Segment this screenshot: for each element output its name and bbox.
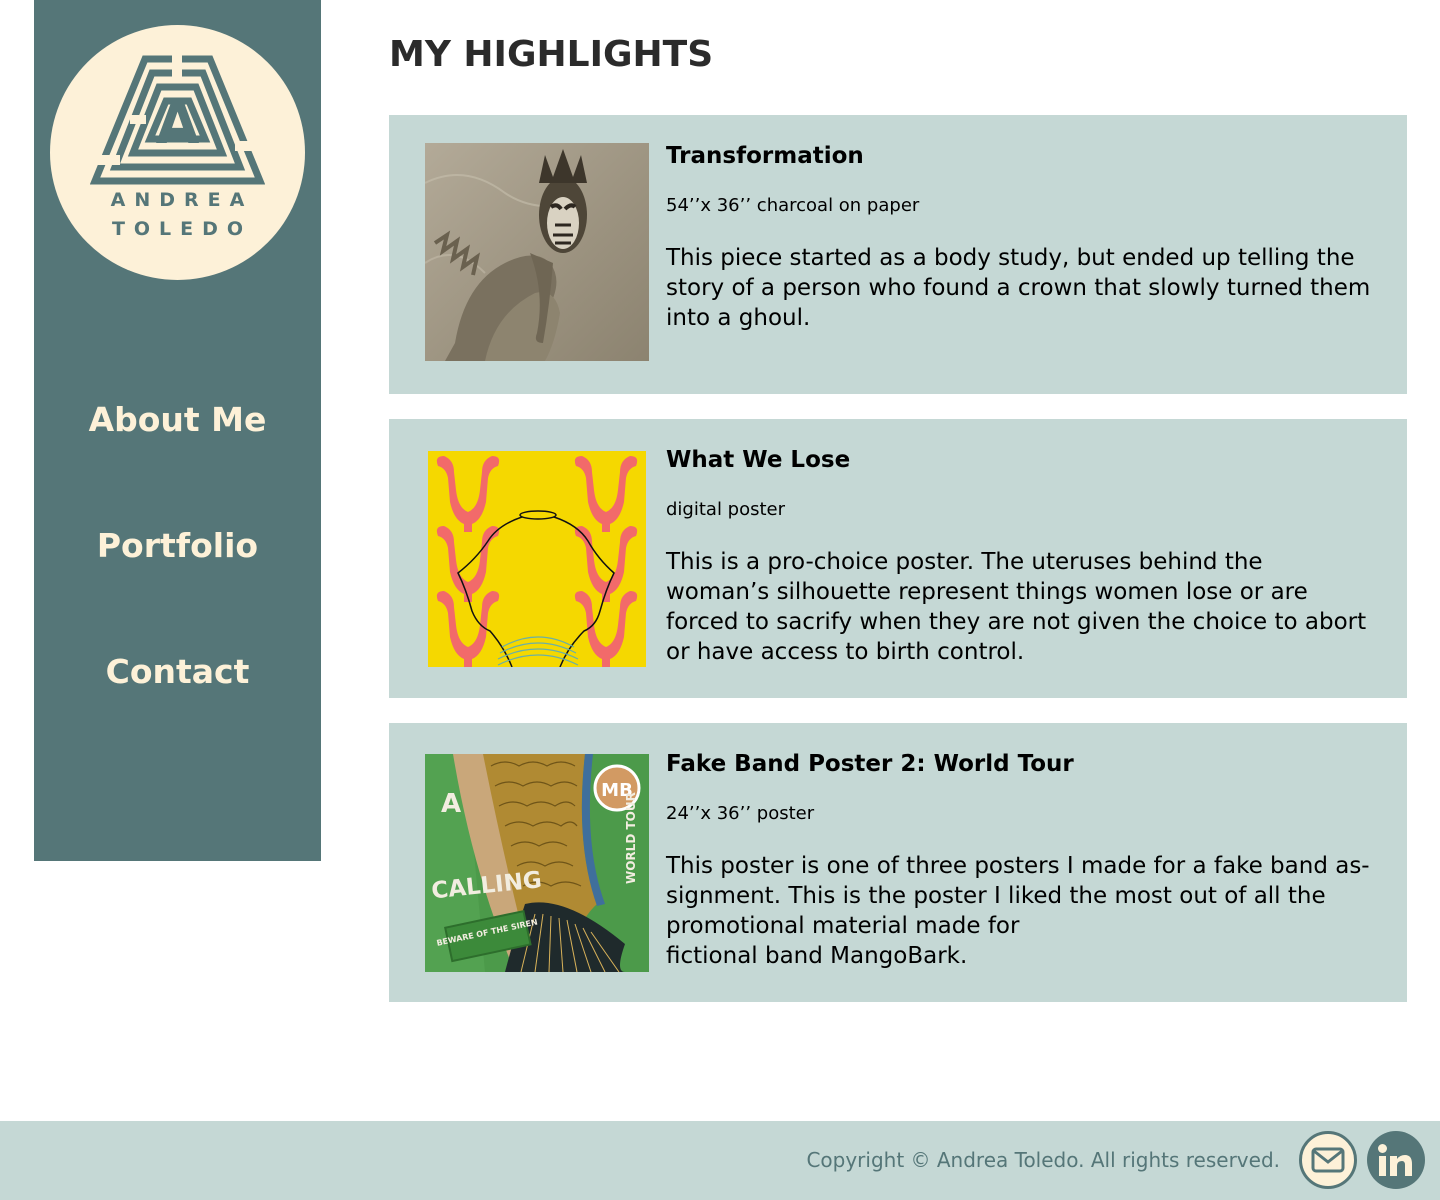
logo[interactable]: A ANDREA TOLEDO [50, 25, 305, 280]
copyright-text: Copyright © Andrea Toledo. All rights re… [806, 1148, 1280, 1172]
highlight-card-what-we-lose: What We Lose digital poster This is a pr… [389, 419, 1407, 698]
linkedin-button[interactable] [1367, 1131, 1425, 1189]
mail-icon [1311, 1147, 1345, 1173]
linkedin-icon [1378, 1144, 1412, 1176]
artwork-thumbnail-transformation[interactable] [425, 143, 649, 361]
highlight-description: This poster is one of three posters I ma… [666, 853, 1370, 969]
page-title: MY HIGHLIGHTS [389, 34, 714, 75]
maze-a-logo-icon: A [90, 55, 265, 185]
nav-about-me[interactable]: About Me [34, 400, 321, 439]
highlight-description: This is a pro-choice poster. The uteruse… [666, 549, 1367, 665]
artwork-thumbnail-what-we-lose[interactable] [428, 451, 646, 667]
sidebar: A ANDREA TOLEDO About Me Portfolio Conta… [34, 0, 321, 861]
highlight-card-transformation: Transformation 54’’x 36’’ charcoal on pa… [389, 115, 1407, 394]
logo-first-name: ANDREA [110, 189, 254, 211]
nav-contact[interactable]: Contact [34, 652, 321, 691]
pro-choice-poster-image [428, 451, 646, 667]
svg-text:A: A [156, 92, 200, 157]
footer: Copyright © Andrea Toledo. All rights re… [0, 1121, 1440, 1200]
charcoal-drawing-image [425, 143, 649, 361]
poster-tour-text: WORLD TOUR [624, 792, 638, 884]
highlight-medium: 24’’x 36’’ poster [666, 803, 815, 824]
artwork-thumbnail-fake-band-poster[interactable]: MB A CALLING WORLD TOUR BEWARE OF THE SI… [425, 754, 649, 972]
logo-last-name: TOLEDO [111, 218, 253, 240]
highlight-medium: digital poster [666, 499, 786, 520]
highlight-card-fake-band-poster: MB A CALLING WORLD TOUR BEWARE OF THE SI… [389, 723, 1407, 1002]
highlight-title: Fake Band Poster 2: World Tour [666, 751, 1074, 777]
highlight-medium: 54’’x 36’’ charcoal on paper [666, 195, 920, 216]
poster-top-text: A [441, 789, 461, 819]
highlight-title: Transformation [666, 143, 864, 169]
highlight-title: What We Lose [666, 447, 851, 473]
mail-button[interactable] [1299, 1131, 1357, 1189]
band-poster-image: MB A CALLING WORLD TOUR BEWARE OF THE SI… [425, 754, 649, 972]
highlight-description: This piece started as a body study, but … [666, 245, 1371, 331]
nav-portfolio[interactable]: Portfolio [34, 526, 321, 565]
